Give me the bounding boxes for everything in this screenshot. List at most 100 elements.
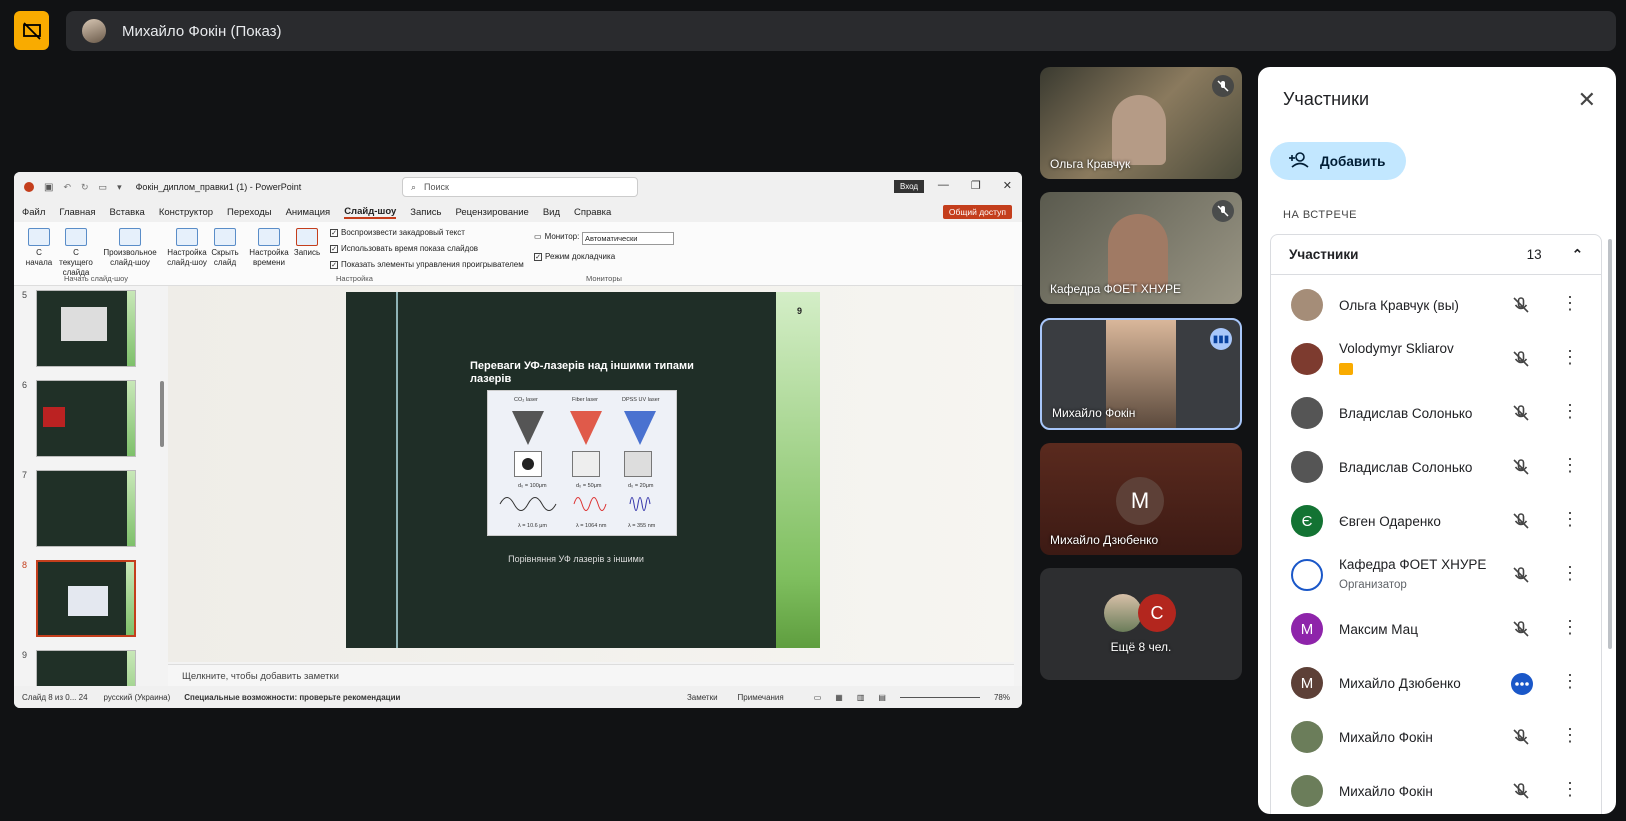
tile-kafedra[interactable]: Кафедра ФОЕТ ХНУРЕ [1040,192,1242,304]
ribbon-tab[interactable]: Вставка [110,207,145,218]
mic-off-icon[interactable] [1511,457,1531,482]
present-icon[interactable]: ▭ [99,182,108,193]
participant-row[interactable]: Є Євген Одаренко ⋮ [1271,493,1603,549]
reading-view-icon[interactable]: ▥ [857,693,865,702]
more-options-icon[interactable]: ⋮ [1561,401,1579,421]
ribbon-tab[interactable]: Главная [59,207,95,218]
redo-icon[interactable]: ↻ [81,182,89,193]
ribbon-tab[interactable]: Запись [410,207,441,218]
record-button[interactable]: Запись [292,228,322,258]
media-controls-checkbox[interactable]: ✓ Показать элементы управления проигрыват… [330,260,524,269]
slide-thumbnail-selected[interactable] [36,560,136,637]
stop-presenting-icon[interactable] [14,11,49,50]
more-options-icon[interactable]: ⋮ [1561,671,1579,691]
ribbon-tab[interactable]: Справка [574,207,611,218]
more-options-icon[interactable]: ⋮ [1561,347,1579,367]
more-options-icon[interactable]: ⋮ [1561,563,1579,583]
participant-row[interactable]: Владислав Солонько ⋮ [1271,439,1603,495]
slide-thumbnails[interactable]: 5 6 7 8 9 [14,286,156,686]
restore-icon[interactable]: ❐ [971,179,981,192]
more-options-icon[interactable]: ⋮ [1561,617,1579,637]
sorter-view-icon[interactable]: ▦ [835,693,843,702]
slide-thumbnail[interactable] [36,470,136,547]
powerpoint-logo-icon [24,182,34,192]
participant-row[interactable]: Ольга Кравчук (вы) ⋮ [1271,277,1603,333]
tile-mykhailo-fokin[interactable]: ▮▮▮ Михайло Фокін [1040,318,1242,430]
mic-off-icon[interactable] [1511,565,1531,590]
normal-view-icon[interactable]: ▭ [814,693,822,702]
ribbon-tab[interactable]: Конструктор [159,207,213,218]
participant-row[interactable]: Volodymyr Skliarov ⋮ [1271,331,1603,387]
slide-thumbnail[interactable] [36,380,136,457]
more-indicator-icon[interactable] [1511,673,1533,700]
presenter-view-checkbox[interactable]: ✓ Режим докладчика [534,252,615,261]
hide-slide-button[interactable]: Скрыть слайд [210,228,240,268]
slide-canvas[interactable]: 9 Переваги УФ-лазерів над іншими типами … [168,286,1014,662]
participant-row[interactable]: M Максим Мац ⋮ [1271,601,1603,657]
slideshow-view-icon[interactable]: ▤ [878,693,886,702]
participant-row[interactable]: Михайло Фокін ⋮ [1271,709,1603,765]
ppt-search-input[interactable]: ⌕ Поиск [402,177,638,197]
undo-icon[interactable]: ↶ [63,182,71,193]
share-button[interactable]: Общий доступ [942,205,1012,219]
tile-more-people[interactable]: C Ещё 8 чел. [1040,568,1242,680]
mic-off-icon[interactable] [1511,727,1531,752]
qat-more-icon[interactable]: ▾ [117,182,122,193]
more-options-icon[interactable]: ⋮ [1561,725,1579,745]
participants-group-header[interactable]: Участники 13 ⌃ [1271,235,1601,275]
monitor-select[interactable]: Автоматически [582,232,674,245]
current-slide[interactable]: 9 Переваги УФ-лазерів над іншими типами … [346,292,820,648]
close-icon[interactable]: ✕ [1003,179,1012,192]
add-people-button[interactable]: Добавить [1270,142,1406,180]
slide-thumbnail[interactable] [36,290,136,367]
ribbon-tab[interactable]: Вид [543,207,560,218]
custom-show-button[interactable]: Произвольное слайд-шоу [102,228,158,268]
slide-thumbnail[interactable] [36,650,136,686]
ribbon-tab[interactable]: Переходы [227,207,272,218]
tile-dziubenko[interactable]: M Михайло Дзюбенко [1040,443,1242,555]
ribbon-tab[interactable]: Файл [22,207,45,218]
participant-row[interactable]: Михайло Фокін ⋮ [1271,763,1603,814]
accessibility-status[interactable]: Специальные возможности: проверьте реком… [184,693,400,702]
more-options-icon[interactable]: ⋮ [1561,293,1579,313]
timings-checkbox[interactable]: ✓ Использовать время показа слайдов [330,244,478,253]
notes-input[interactable]: Щелкните, чтобы добавить заметки [168,664,1014,686]
rehearse-button[interactable]: Настройка времени [248,228,290,268]
save-icon[interactable]: ▣ [44,182,53,193]
notes-button[interactable]: Заметки [687,693,718,702]
participant-row[interactable]: Владислав Солонько ⋮ [1271,385,1603,441]
mic-off-icon[interactable] [1511,349,1531,374]
zoom-level[interactable]: 78% [994,693,1010,702]
from-current-button[interactable]: С текущего слайда [56,228,96,278]
mic-off-icon[interactable] [1511,295,1531,320]
section-label: НА ВСТРЕЧЕ [1283,209,1357,221]
comments-button[interactable]: Примечания [738,693,784,702]
shared-screen[interactable]: ▣ ↶ ↻ ▭ ▾ Фокін_диплом_правки1 (1) - Pow… [14,172,1022,708]
narration-checkbox[interactable]: ✓ Воспроизвести закадровый текст [330,228,465,237]
thumbnails-scrollbar[interactable] [156,286,168,686]
participant-row[interactable]: Кафедра ФОЕТ ХНУРЕ Организатор ⋮ [1271,547,1603,603]
participant-row[interactable]: M Михайло Дзюбенко ⋮ [1271,655,1603,711]
language[interactable]: русский (Украина) [104,693,171,702]
close-icon[interactable]: ✕ [1578,87,1596,113]
ribbon-tab[interactable]: Анимация [286,207,331,218]
tile-olga[interactable]: Ольга Кравчук [1040,67,1242,179]
ribbon-tab[interactable]: Рецензирование [455,207,528,218]
avatar [1291,289,1323,321]
chevron-up-icon[interactable]: ⌃ [1572,247,1583,263]
minimize-icon[interactable]: — [938,179,949,192]
zoom-slider[interactable] [899,696,980,698]
ribbon-tab[interactable]: Слайд-шоу [344,206,397,219]
login-button[interactable]: Вход [894,180,925,193]
setup-show-button[interactable]: Настройка слайд-шоу [166,228,208,268]
panel-scrollbar[interactable] [1608,239,1612,649]
avatar [1291,397,1323,429]
from-start-button[interactable]: С начала [24,228,54,268]
more-options-icon[interactable]: ⋮ [1561,779,1579,799]
mic-off-icon[interactable] [1511,781,1531,806]
more-options-icon[interactable]: ⋮ [1561,509,1579,529]
more-options-icon[interactable]: ⋮ [1561,455,1579,475]
mic-off-icon[interactable] [1511,619,1531,644]
mic-off-icon[interactable] [1511,403,1531,428]
mic-off-icon[interactable] [1511,511,1531,536]
